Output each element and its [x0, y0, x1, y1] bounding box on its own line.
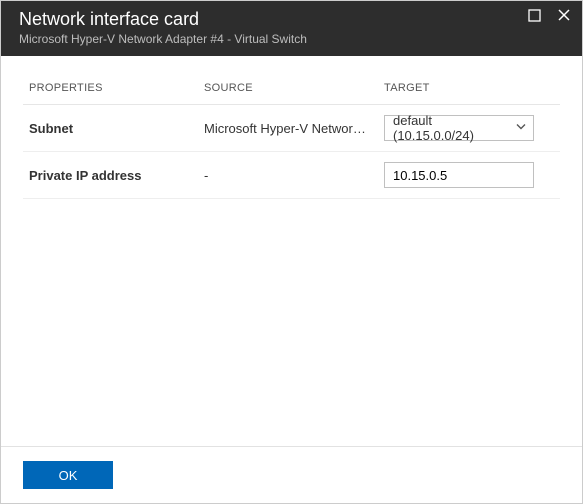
properties-table: PROPERTIES SOURCE TARGET Subnet Microsof…: [23, 74, 560, 199]
footer-bar: OK: [1, 446, 582, 503]
property-label-subnet: Subnet: [23, 105, 198, 152]
dialog-title: Network interface card: [19, 9, 568, 30]
maximize-icon[interactable]: [526, 7, 542, 23]
subnet-select-value: default (10.15.0.0/24): [393, 113, 509, 143]
source-value-private-ip: -: [198, 152, 378, 199]
property-label-private-ip: Private IP address: [23, 152, 198, 199]
dialog-window: Network interface card Microsoft Hyper-V…: [0, 0, 583, 504]
table-row: Private IP address -: [23, 152, 560, 199]
table-row: Subnet Microsoft Hyper-V Network A... de…: [23, 105, 560, 152]
source-value-subnet: Microsoft Hyper-V Network A...: [198, 105, 378, 152]
title-bar: Network interface card Microsoft Hyper-V…: [1, 1, 582, 56]
window-controls: [526, 7, 572, 23]
private-ip-input[interactable]: [384, 162, 534, 188]
chevron-down-icon: [515, 121, 527, 136]
subnet-select[interactable]: default (10.15.0.0/24): [384, 115, 534, 141]
col-header-source: SOURCE: [198, 74, 378, 105]
col-header-target: TARGET: [378, 74, 560, 105]
dialog-subtitle: Microsoft Hyper-V Network Adapter #4 - V…: [19, 32, 568, 46]
content-area: PROPERTIES SOURCE TARGET Subnet Microsof…: [1, 56, 582, 446]
ok-button[interactable]: OK: [23, 461, 113, 489]
col-header-properties: PROPERTIES: [23, 74, 198, 105]
close-icon[interactable]: [556, 7, 572, 23]
